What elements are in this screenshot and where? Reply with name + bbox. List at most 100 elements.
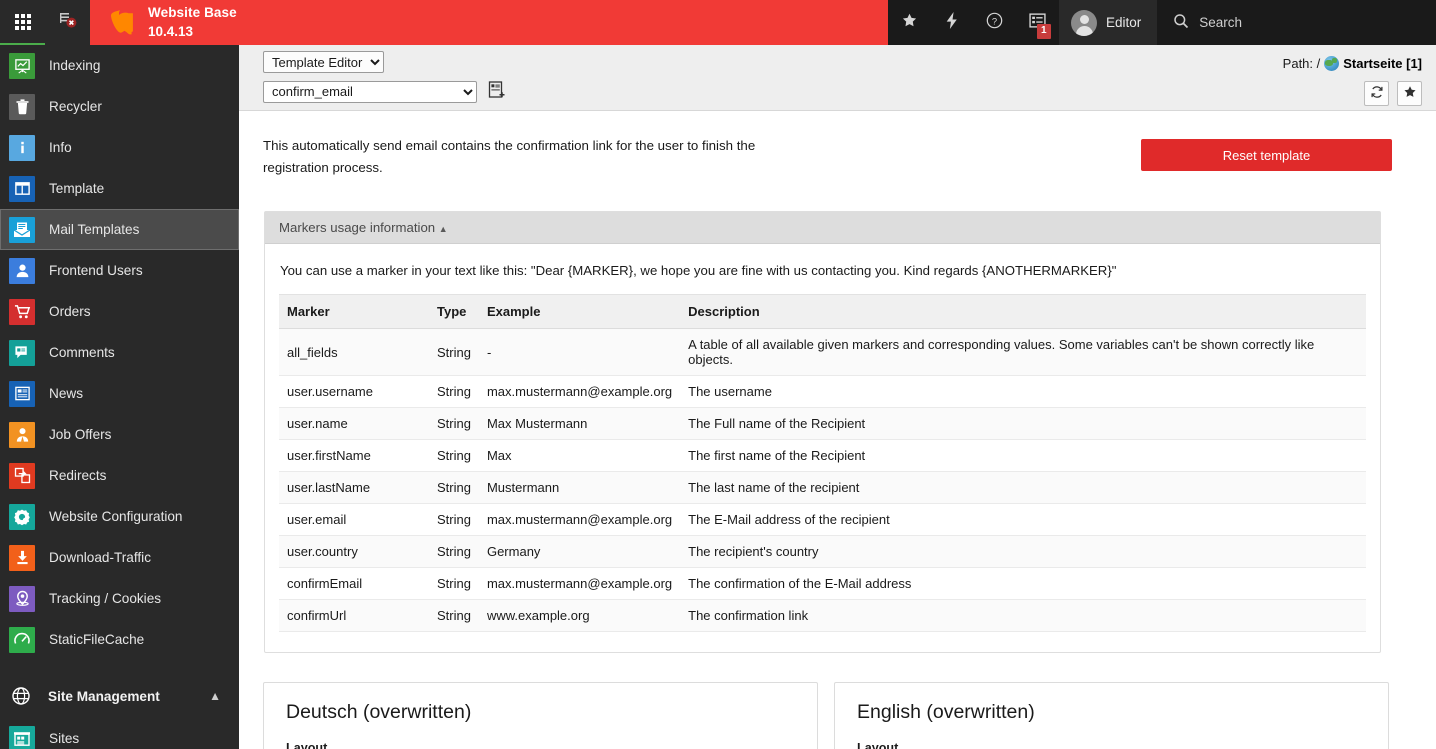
module-body: This automatically send email contains t… [239,111,1436,749]
sidebar-section-label: Site Management [48,688,160,704]
help-button[interactable]: ? [973,0,1016,45]
reset-template-button[interactable]: Reset template [1141,139,1392,171]
map-pin-icon [9,585,35,612]
sidebar-item-sites[interactable]: Sites [0,718,239,749]
cell-example: max.mustermann@example.org [478,503,681,537]
clear-cache-shortcut-button[interactable] [45,0,90,45]
sidebar-item-frontend-users[interactable]: Frontend Users [0,250,239,291]
markers-panel-title: Markers usage information [279,220,436,236]
cell-marker: user.email [279,503,429,537]
clear-cache-icon [58,10,78,35]
module-content: Template Editor confirm_email Path: / St… [239,45,1436,749]
chevron-up-icon: ▲ [209,689,221,703]
sidebar-item-website-configuration[interactable]: Website Configuration [0,496,239,537]
sidebar-item-tracking-cookies[interactable]: Tracking / Cookies [0,578,239,619]
bookmarks-button[interactable] [888,0,931,45]
sidebar-item-orders[interactable]: Orders [0,291,239,332]
speedometer-icon [9,626,35,653]
cell-description: The confirmation of the E-Mail address [680,567,1366,601]
clear-cache-button[interactable] [931,0,973,45]
toolbar-actions: ? 1 Editor Search [888,0,1436,45]
table-row: user.country String Germany The recipien… [279,535,1366,569]
column-header-example: Example [478,294,681,330]
gear-icon [9,503,35,530]
markers-panel-header[interactable]: Markers usage information ▲ [265,212,1380,245]
cell-type: String [429,567,479,601]
sidebar-item-label: Mail Templates [49,222,140,237]
systeminformation-button[interactable]: 1 [1016,0,1059,45]
cell-description: The first name of the Recipient [680,439,1366,473]
cell-marker: confirmEmail [279,567,429,601]
cell-type: String [429,439,479,473]
grid-icon [14,13,31,30]
sidebar-item-recycler[interactable]: Recycler [0,86,239,127]
sidebar-item-label: Redirects [49,468,107,483]
search-icon [1173,13,1189,32]
user-icon [9,257,35,284]
cell-description: The confirmation link [680,599,1366,633]
sidebar-item-redirects[interactable]: Redirects [0,455,239,496]
cell-example: Max [478,439,681,473]
search-toolbar-item[interactable]: Search [1157,13,1258,32]
sidebar-item-label: Recycler [49,99,102,114]
sidebar-item-mail-templates[interactable]: Mail Templates [0,209,239,250]
mail-template-icon [9,216,35,243]
module-menu-toggle[interactable] [0,0,45,45]
top-toolbar: Website Base 10.4.13 ? 1 Editor Search [0,0,1436,45]
sidebar-section-site-management[interactable]: Site Management ▲ [0,674,239,718]
cell-marker: all_fields [279,328,429,377]
sidebar-item-job-offers[interactable]: Job Offers [0,414,239,455]
redirects-icon [9,462,35,489]
language-panels: Deutsch (overwritten) Layout Default ⌄ E… [263,682,1389,749]
site-title-block: Website Base 10.4.13 [148,4,237,42]
sidebar-item-comments[interactable]: Comments [0,332,239,373]
table-header-row: Marker Type Example Description [279,294,1366,330]
column-header-marker: Marker [279,294,429,330]
module-menu-sidebar: Indexing Recycler Info Template Mail Tem… [0,45,239,749]
table-row: all_fields String - A table of all avail… [279,328,1366,377]
markers-usage-panel: Markers usage information ▲ You can use … [264,211,1381,654]
caret-up-icon: ▲ [438,224,448,235]
new-template-button[interactable] [485,80,508,103]
user-menu[interactable]: Editor [1059,0,1158,45]
sidebar-item-indexing[interactable]: Indexing [0,45,239,86]
typo3-version: 10.4.13 [148,23,194,39]
template-selector[interactable]: confirm_email [263,80,477,103]
cell-example: max.mustermann@example.org [478,567,681,601]
cell-marker: user.lastName [279,471,429,505]
cell-example: max.mustermann@example.org [478,375,681,409]
site-branding: Website Base 10.4.13 [90,0,888,45]
sidebar-item-label: Job Offers [49,427,112,442]
cell-example: - [478,328,681,377]
new-record-icon [487,80,507,103]
sidebar-item-download-traffic[interactable]: Download-Traffic [0,537,239,578]
cell-marker: user.country [279,535,429,569]
news-icon [9,380,35,407]
column-header-description: Description [680,294,1366,330]
table-row: user.email String max.mustermann@example… [279,503,1366,537]
docheader-buttons [1364,81,1422,106]
bookmark-button[interactable] [1397,81,1422,106]
table-row: user.lastName String Mustermann The last… [279,471,1366,505]
sidebar-item-template[interactable]: Template [0,168,239,209]
sidebar-item-label: Frontend Users [49,263,143,278]
sidebar-item-staticfilecache[interactable]: StaticFileCache [0,619,239,660]
sites-icon [9,725,35,749]
sidebar-item-news[interactable]: News [0,373,239,414]
cell-marker: user.name [279,407,429,441]
sidebar-item-info[interactable]: Info [0,127,239,168]
markers-panel-body: You can use a marker in your text like t… [265,244,1380,652]
cell-example: Germany [478,535,681,569]
module-selector[interactable]: Template Editor [263,51,384,73]
sidebar-item-label: Website Configuration [49,509,183,524]
table-row: confirmUrl String www.example.org The co… [279,599,1366,633]
language-card-english: English (overwritten) Layout Default ⌄ [834,682,1389,749]
cart-icon [9,298,35,325]
refresh-button[interactable] [1364,81,1389,106]
cell-description: The username [680,375,1366,409]
info-icon [9,134,35,161]
svg-text:?: ? [992,16,997,27]
cell-description: The recipient's country [680,535,1366,569]
site-title: Website Base [148,4,237,20]
cell-type: String [429,375,479,409]
